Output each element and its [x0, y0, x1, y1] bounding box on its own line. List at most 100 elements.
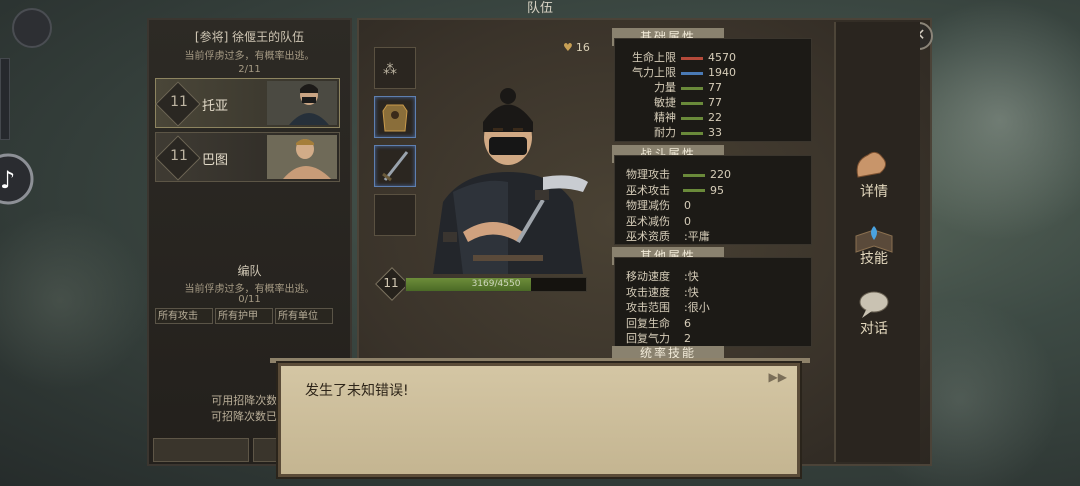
stat-value: :很小	[684, 301, 710, 314]
dialogue-button[interactable]: 对话	[846, 288, 902, 342]
stat-row: 气力上限 1940	[628, 64, 736, 80]
stat-row: 巫术攻击 95	[626, 182, 724, 198]
stat-label: 敏捷	[654, 96, 676, 109]
party-note: 当前俘虏过多，有概率出逃。	[184, 51, 315, 62]
stat-value: 0	[684, 214, 691, 228]
team-note: 当前俘虏过多，有概率出逃。	[184, 284, 315, 295]
svg-text:⁂: ⁂	[383, 62, 397, 78]
window-title: 队伍	[526, 1, 553, 16]
dialog-message: 发生了未知错误!	[305, 383, 409, 399]
stat-row: 巫术减伤 0	[626, 213, 691, 229]
dialogue-label: 对话	[860, 321, 888, 337]
stat-value: 95	[710, 183, 724, 197]
details-label: 详情	[860, 184, 888, 200]
stat-label: 回复气力	[626, 332, 670, 345]
unit-card-toya[interactable]: 11 托亚	[155, 78, 340, 128]
stat-label: 物理攻击	[626, 168, 670, 181]
stat-bar	[681, 71, 703, 75]
edge-handle[interactable]	[0, 58, 10, 140]
bottom-left-button[interactable]	[153, 438, 249, 462]
equip-slot-accessory[interactable]: ⁂	[374, 47, 416, 89]
unit-portrait	[267, 135, 337, 179]
unit-portrait	[267, 81, 337, 125]
message-dialog[interactable]: 发生了未知错误! ▶▶	[278, 363, 800, 477]
stat-row: 生命上限 4570	[628, 49, 736, 65]
stat-value: 1940	[708, 66, 736, 79]
stat-label: 物理减伤	[626, 199, 670, 212]
stat-value: 220	[710, 168, 731, 181]
stat-row: 物理减伤 0	[626, 197, 691, 213]
unit-name: 托亚	[202, 99, 229, 114]
stat-bar	[681, 86, 703, 90]
hero-portrait	[433, 88, 588, 274]
skills-label: 技能	[860, 251, 888, 267]
stat-value: 33	[708, 126, 722, 139]
svg-text:♪: ♪	[0, 166, 15, 194]
unit-name: 巴图	[202, 153, 229, 168]
stat-label: 耐力	[654, 126, 676, 139]
stat-label: 巫术减伤	[626, 214, 670, 228]
stat-row: 攻击范围 :很小	[626, 299, 710, 315]
stat-label: 攻击范围	[626, 301, 670, 314]
stat-label: 生命上限	[632, 51, 676, 64]
stat-row: 攻击速度 :快	[626, 284, 699, 300]
stat-label: 回复生命	[626, 316, 670, 330]
equip-slot-weapon[interactable]	[374, 145, 416, 187]
stat-label: 气力上限	[632, 66, 676, 79]
stat-label: 力量	[654, 81, 676, 94]
stat-value: :快	[684, 270, 699, 283]
hp-bar: 3169/4550	[405, 277, 587, 292]
unit-card-batu[interactable]: 11 巴图	[155, 132, 340, 182]
stat-row: 回复生命 6	[626, 315, 691, 331]
stat-row: 回复气力 2	[626, 330, 691, 346]
stat-value: 77	[708, 96, 722, 109]
sparkle-icon: ⁂	[383, 62, 397, 78]
stat-row: 敏捷 77	[628, 94, 722, 110]
equip-slot-empty[interactable]	[374, 194, 416, 236]
affection-counter: ♥ 16	[563, 41, 590, 54]
stat-label: 移动速度	[626, 270, 670, 283]
stat-row: 耐力 33	[628, 124, 722, 140]
filter-attack[interactable]: 所有攻击	[155, 308, 213, 324]
speech-bubble-icon	[859, 291, 889, 318]
stat-row: 精神 22	[628, 109, 722, 125]
stat-value: 0	[684, 199, 691, 212]
armor-icon	[382, 104, 408, 132]
filter-armor[interactable]: 所有护甲	[215, 308, 273, 324]
team-count: 0/11	[238, 294, 261, 305]
filter-unit[interactable]: 所有单位	[275, 308, 333, 324]
stat-label: 巫术资质	[626, 230, 670, 243]
stat-bar	[681, 131, 703, 135]
stat-bar	[683, 173, 705, 177]
stat-value: 6	[684, 316, 691, 330]
tiktok-icon[interactable]: ♪	[0, 150, 34, 208]
stat-value: 4570	[708, 51, 736, 64]
stat-label: 巫术攻击	[626, 183, 670, 197]
stat-value: 2	[684, 332, 691, 345]
stat-label: 精神	[654, 111, 676, 124]
sword-icon	[382, 151, 409, 182]
team-title: 编队	[237, 264, 262, 278]
muscle-arm-icon	[856, 151, 886, 178]
stat-label: 攻击速度	[626, 285, 670, 299]
stat-row: 力量 77	[628, 79, 722, 95]
fast-forward-icon[interactable]: ▶▶	[769, 370, 787, 384]
unit-level: 11	[170, 94, 188, 110]
heart-icon: ♥	[563, 41, 573, 54]
hero-level: 11	[383, 276, 399, 290]
stat-row: 巫术资质:平庸	[626, 228, 710, 244]
filter-row: 所有攻击 所有护甲 所有单位	[155, 308, 333, 324]
stat-bar	[681, 116, 703, 120]
party-title: [参将] 徐偃王的队伍	[194, 30, 305, 44]
skills-button[interactable]: 技能	[846, 222, 902, 276]
stat-bar	[681, 56, 703, 60]
stat-value: :快	[684, 285, 699, 299]
stat-bar	[683, 189, 705, 192]
stat-value: 77	[708, 81, 722, 94]
unit-level: 11	[170, 148, 188, 164]
party-count: 2/11	[238, 64, 261, 75]
equip-slot-armor[interactable]	[374, 96, 416, 138]
stat-row: 物理攻击 220	[626, 166, 731, 182]
stat-value: 22	[708, 111, 722, 124]
details-button[interactable]: 详情	[846, 145, 902, 200]
